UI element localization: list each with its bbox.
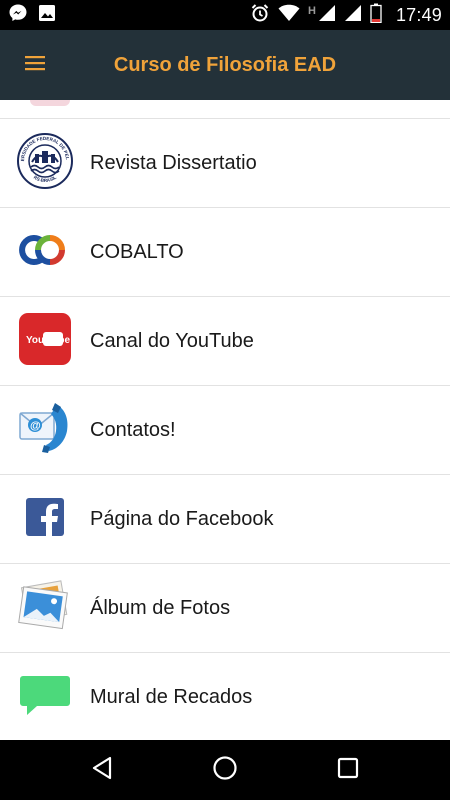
alarm-icon xyxy=(250,3,270,28)
menu-item-label: COBALTO xyxy=(90,240,184,263)
menu-item-revista-dissertatio[interactable]: UNIVERSIDADE FEDERAL DE PELOTAS RS-BRASI… xyxy=(0,119,450,208)
messenger-icon xyxy=(8,3,28,28)
app-bar: Curso de Filosofia EAD xyxy=(0,30,450,100)
drawer-menu-list: UNIVERSIDADE FEDERAL DE PELOTAS RS-BRASI… xyxy=(0,100,450,740)
system-navigation-bar xyxy=(0,740,450,800)
back-button[interactable] xyxy=(72,740,132,800)
university-seal-icon: UNIVERSIDADE FEDERAL DE PELOTAS RS-BRASI… xyxy=(14,128,74,195)
menu-item-label: Revista Dissertatio xyxy=(90,151,257,174)
menu-item-label: Álbum de Fotos xyxy=(90,596,231,619)
photo-album-icon xyxy=(15,578,75,639)
chat-bubble-icon xyxy=(19,674,71,721)
menu-item-label: Mural de Recados xyxy=(90,685,253,708)
home-button[interactable] xyxy=(195,740,255,800)
wifi-icon xyxy=(278,4,300,27)
recents-button[interactable] xyxy=(318,740,378,800)
menu-item-youtube[interactable]: You Tube Canal do YouTube xyxy=(0,297,450,386)
facebook-icon xyxy=(25,497,65,542)
menu-item-label: Contatos! xyxy=(90,418,176,441)
image-icon xyxy=(38,4,56,27)
menu-item-mural-recados[interactable]: Mural de Recados xyxy=(0,653,450,740)
menu-item-contatos[interactable]: @ Contatos! xyxy=(0,386,450,475)
status-bar: H 17:49 xyxy=(0,0,450,30)
hamburger-menu-icon xyxy=(25,55,45,76)
home-icon xyxy=(212,755,238,786)
network-type-label: H xyxy=(308,5,316,17)
menu-item-facebook[interactable]: Página do Facebook xyxy=(0,475,450,564)
partial-item-icon xyxy=(30,100,70,106)
battery-icon xyxy=(370,3,382,28)
contact-phone-email-icon: @ xyxy=(17,401,73,460)
menu-item-album-fotos[interactable]: Álbum de Fotos xyxy=(0,564,450,653)
back-icon xyxy=(91,756,113,785)
svg-text:@: @ xyxy=(30,420,41,432)
menu-item-label: Página do Facebook xyxy=(90,507,274,530)
list-item-partial[interactable] xyxy=(0,100,450,119)
youtube-icon: You Tube xyxy=(18,312,72,371)
signal-icon-secondary xyxy=(344,4,362,27)
menu-item-label: Canal do YouTube xyxy=(90,329,254,352)
youtube-badge-text: You Tube xyxy=(26,335,71,346)
menu-button[interactable] xyxy=(0,30,70,100)
signal-icon xyxy=(318,4,336,27)
recents-icon xyxy=(337,757,359,784)
cobalto-logo-icon xyxy=(16,232,74,273)
menu-item-cobalto[interactable]: COBALTO xyxy=(0,208,450,297)
status-time: 17:49 xyxy=(395,4,442,25)
